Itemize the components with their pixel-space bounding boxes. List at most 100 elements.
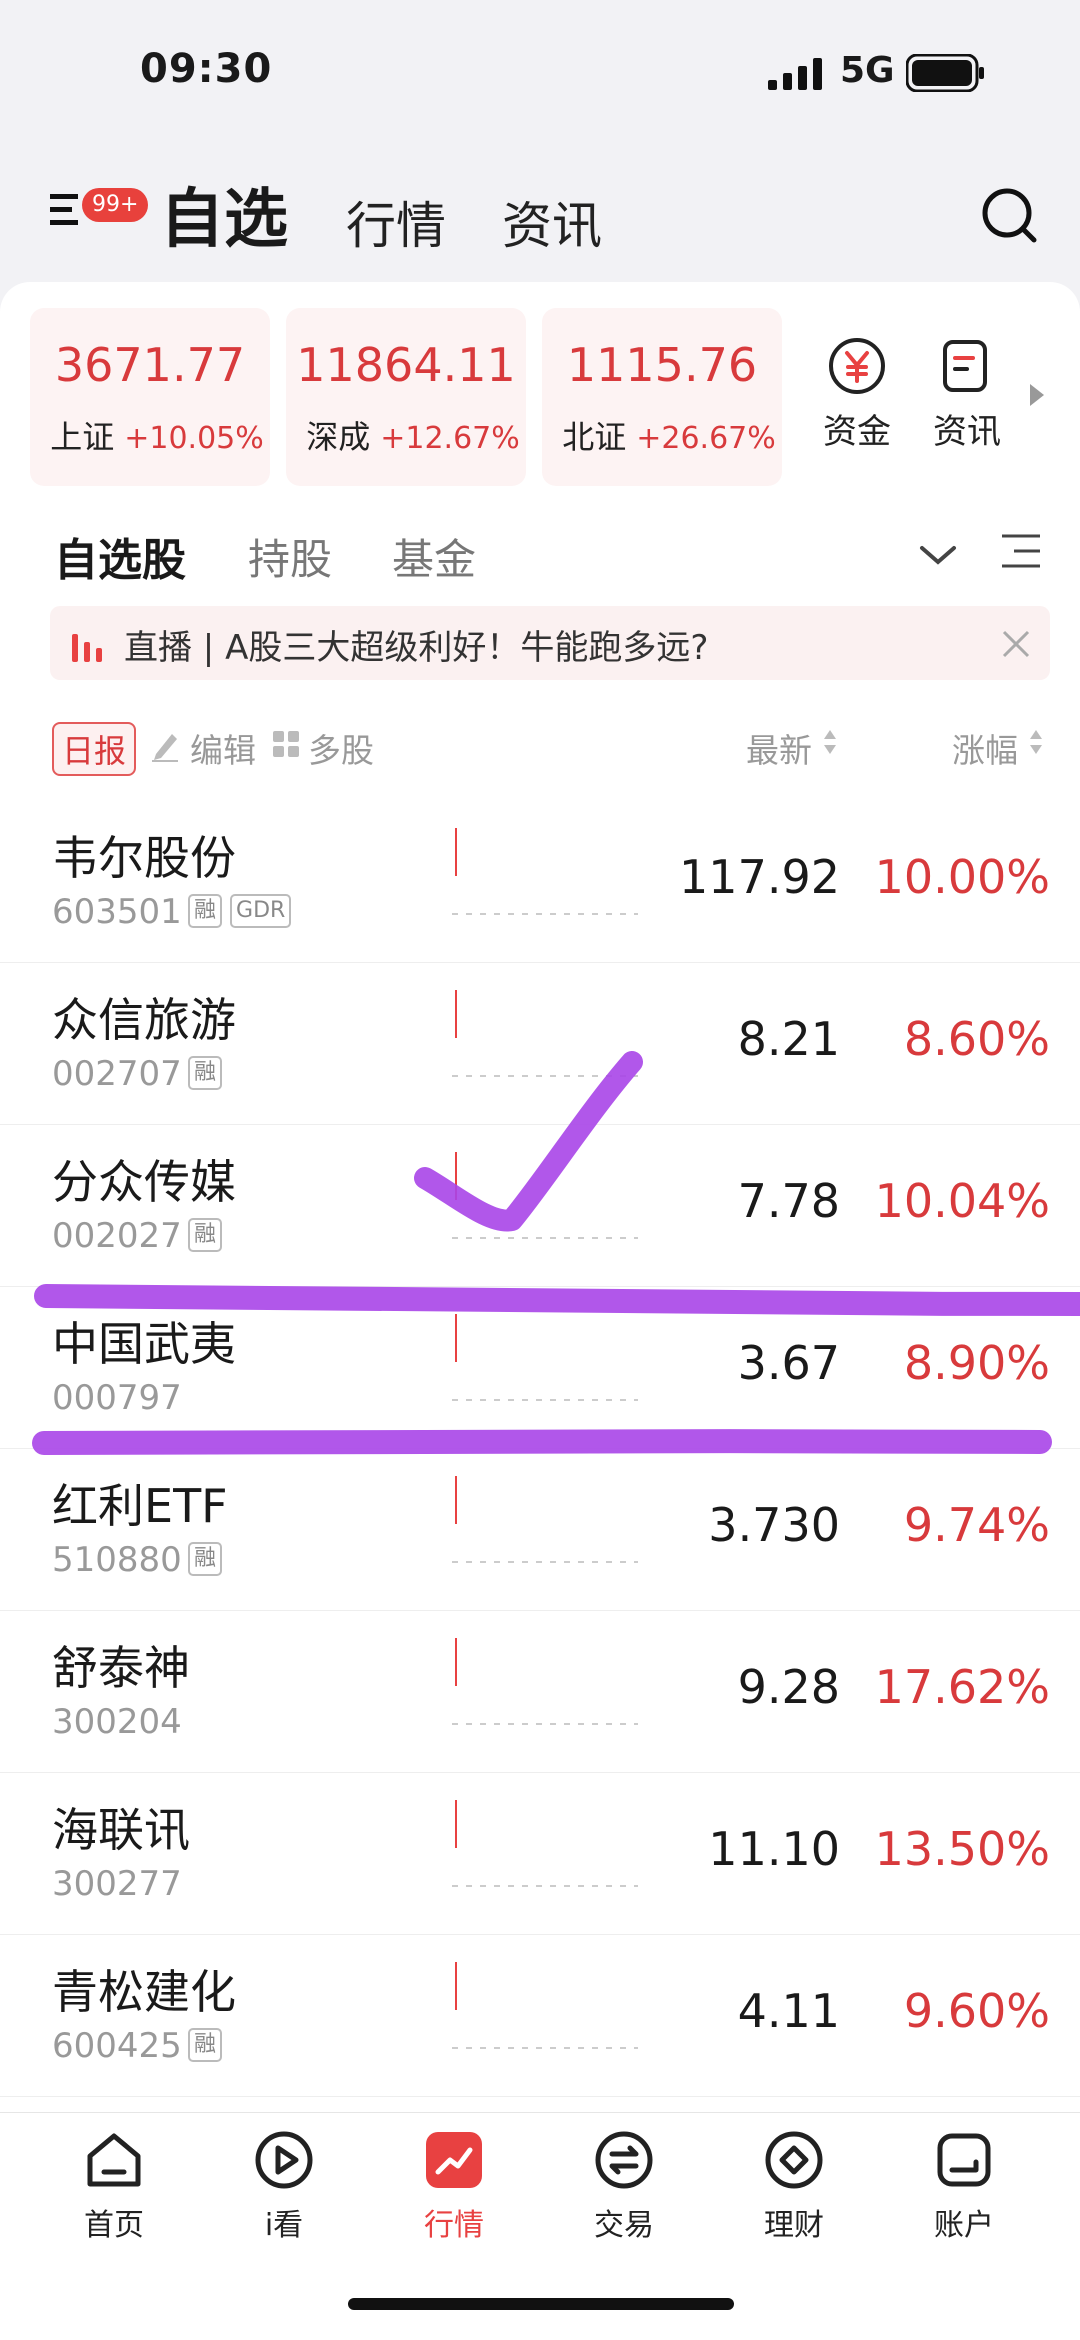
list-settings-icon[interactable] [1000, 530, 1042, 572]
stock-row[interactable]: 众信旅游 002707 融 8.21 8.60% [0, 962, 1080, 1125]
stock-price: 7.78 [737, 1174, 840, 1228]
stock-tag: GDR [230, 894, 292, 928]
stock-row[interactable]: 红利ETF 510880 融 3.730 9.74% [0, 1448, 1080, 1611]
index-name: 深成 [306, 418, 371, 456]
stock-name: 舒泰神 [52, 1641, 190, 1695]
stock-tags: 融 [188, 1218, 223, 1252]
stock-code: 002707 [52, 1054, 182, 1094]
stock-change: 17.62% [874, 1660, 1050, 1714]
nav-label: 交易 [594, 2208, 654, 2243]
stock-change: 8.60% [903, 1012, 1050, 1066]
stock-name: 红利ETF [52, 1479, 228, 1533]
stock-code: 603501 [52, 892, 182, 932]
close-icon[interactable] [1000, 628, 1032, 660]
subtab-stocks[interactable]: 自选股 [54, 524, 186, 588]
news-icon [943, 340, 987, 392]
sparkline [452, 1314, 638, 1401]
stock-price: 117.92 [679, 850, 840, 904]
stock-row[interactable]: 韦尔股份 603501 融 GDR 117.92 10.00% [0, 800, 1080, 963]
stock-tag: 融 [188, 894, 223, 928]
grid-icon [273, 731, 299, 757]
stock-name: 中国武夷 [52, 1317, 236, 1371]
stock-price: 11.10 [708, 1822, 840, 1876]
stock-name: 分众传媒 [52, 1155, 236, 1209]
sparkline [452, 1638, 638, 1725]
tab-watchlist[interactable]: 自选 [160, 168, 288, 260]
index-card-shanghai[interactable]: 3671.77 上证 +10.05% [30, 308, 270, 486]
quick-link-label: 资讯 [933, 412, 1001, 452]
stock-name: 海联讯 [52, 1803, 190, 1857]
nav-market[interactable]: 行情 [394, 2128, 514, 2244]
nav-label: 行情 [424, 2208, 484, 2243]
play-icon [255, 2131, 313, 2189]
index-value: 11864.11 [296, 338, 516, 392]
signal-icon [768, 58, 822, 90]
multi-stock-button[interactable]: 多股 [308, 724, 374, 772]
quick-link-news[interactable]: 资讯 [912, 336, 1022, 453]
pencil-icon [152, 734, 178, 762]
stock-tags: 融 [188, 2028, 223, 2062]
sparkline [452, 1152, 638, 1239]
chevron-down-icon[interactable] [918, 540, 958, 570]
account-icon [937, 2133, 991, 2187]
nav-finance[interactable]: 理财 [734, 2128, 854, 2244]
index-card-beijing[interactable]: 1115.76 北证 +26.67% [542, 308, 782, 486]
home-indicator[interactable] [348, 2298, 734, 2310]
quick-link-funds[interactable]: 资金 [802, 336, 912, 453]
sort-icon [824, 730, 836, 754]
stock-name: 众信旅游 [52, 993, 236, 1047]
tab-news[interactable]: 资讯 [502, 186, 602, 258]
battery-icon [906, 54, 984, 92]
network-label: 5G [840, 50, 895, 91]
stock-code: 000797 [52, 1378, 182, 1418]
stock-price: 8.21 [737, 1012, 840, 1066]
stock-tag: 融 [188, 1056, 223, 1090]
stock-row[interactable]: 中国武夷 000797 3.67 8.90% [0, 1286, 1080, 1449]
stock-code: 300204 [52, 1702, 182, 1742]
stock-row[interactable]: 舒泰神 300204 9.28 17.62% [0, 1610, 1080, 1773]
caret-right-icon[interactable] [1028, 382, 1046, 408]
stock-tags: 融 [188, 1056, 223, 1090]
stock-name: 韦尔股份 [52, 831, 236, 885]
stock-change: 13.50% [874, 1822, 1050, 1876]
edit-button[interactable]: 编辑 [190, 724, 256, 772]
stock-tag: 融 [188, 2028, 223, 2062]
search-icon[interactable] [980, 186, 1040, 246]
stock-code: 300277 [52, 1864, 182, 1904]
nav-account[interactable]: 账户 [904, 2128, 1024, 2244]
stock-price: 3.67 [737, 1336, 840, 1390]
daily-report-button[interactable]: 日报 [52, 722, 137, 776]
nav-trade[interactable]: 交易 [564, 2128, 684, 2244]
nav-label: i看 [264, 2208, 304, 2243]
stock-tag: 融 [188, 1542, 223, 1576]
column-latest[interactable]: 最新 [746, 724, 812, 772]
index-card-shenzhen[interactable]: 11864.11 深成 +12.67% [286, 308, 526, 486]
subtab-funds[interactable]: 基金 [392, 526, 476, 587]
stock-row[interactable]: 海联讯 300277 11.10 13.50% [0, 1772, 1080, 1935]
stock-change: 10.04% [874, 1174, 1050, 1228]
banner-text: 直播 | A股三大超级利好！牛能跑多远? [124, 628, 709, 668]
stock-price: 3.730 [708, 1498, 840, 1552]
stock-code: 002027 [52, 1216, 182, 1256]
stock-tags: 融 [188, 1542, 223, 1576]
live-bars-icon [72, 634, 102, 662]
stock-code: 600425 [52, 2026, 182, 2066]
index-value: 1115.76 [566, 338, 758, 392]
finance-icon [765, 2131, 823, 2189]
stock-row[interactable]: 分众传媒 002027 融 7.78 10.04% [0, 1124, 1080, 1287]
quick-link-label: 资金 [823, 412, 891, 452]
subtab-holdings[interactable]: 持股 [248, 526, 332, 587]
tab-market[interactable]: 行情 [346, 186, 446, 258]
exchange-icon [595, 2131, 653, 2189]
index-name: 上证 [50, 418, 115, 456]
sparkline [452, 1800, 638, 1887]
index-name: 北证 [562, 418, 627, 456]
index-value: 3671.77 [54, 338, 246, 392]
stock-row[interactable]: 青松建化 600425 融 4.11 9.60% [0, 1934, 1080, 2097]
column-change[interactable]: 涨幅 [952, 724, 1018, 772]
nav-watch[interactable]: i看 [224, 2128, 344, 2244]
nav-home[interactable]: 首页 [54, 2128, 174, 2244]
index-change: +26.67% [636, 421, 776, 456]
sparkline [452, 828, 638, 915]
stock-tag: 融 [188, 1218, 223, 1252]
